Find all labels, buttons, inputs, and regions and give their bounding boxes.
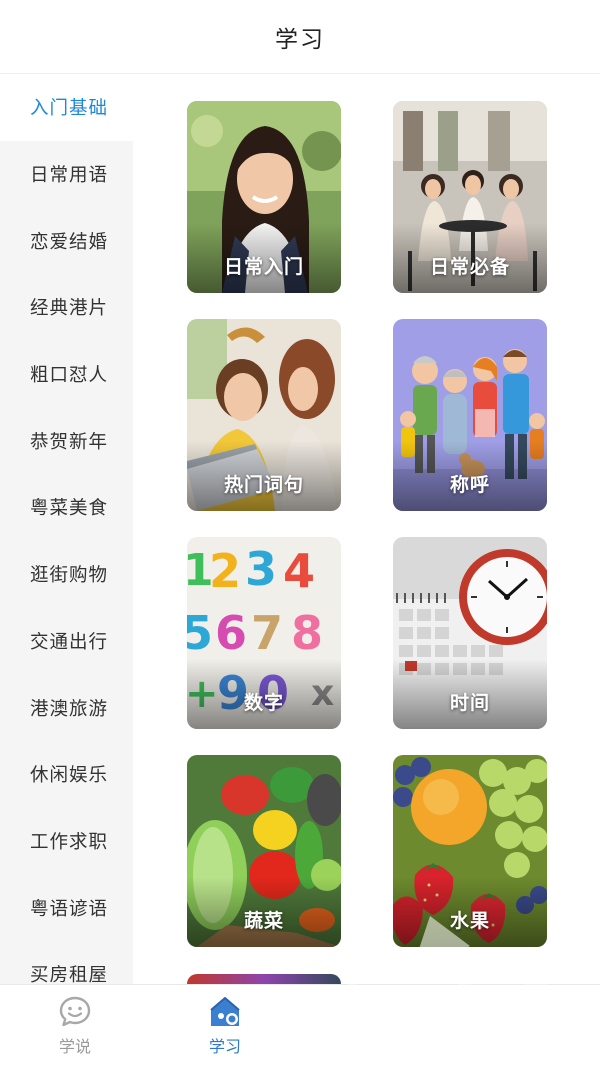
svg-text:2: 2 xyxy=(209,544,241,598)
tab-learn[interactable]: 学习 xyxy=(165,985,285,1066)
tab-label: 学说 xyxy=(58,1037,91,1056)
card-label: 热门词句 xyxy=(223,474,304,496)
svg-text:8: 8 xyxy=(291,606,323,660)
app-header: 学习 xyxy=(0,0,600,74)
sidebar-item-label: 买房租屋 xyxy=(30,965,109,984)
sidebar-item-hk-macau-travel[interactable]: 港澳旅游 xyxy=(0,674,133,741)
svg-text:4: 4 xyxy=(283,544,315,598)
svg-text:5: 5 xyxy=(187,606,213,660)
sidebar-item-label: 恋爱结婚 xyxy=(30,231,109,253)
card-label: 日常必备 xyxy=(429,256,510,278)
card-label: 日常入门 xyxy=(223,256,304,278)
category-sidebar: 入门基础 日常用语 恋爱结婚 经典港片 粗口怼人 恭贺新年 粤菜美食 逛街购物 … xyxy=(0,74,133,984)
card-label: 水果 xyxy=(449,910,490,932)
lesson-card-vegetables[interactable]: 蔬菜 xyxy=(187,755,341,947)
sidebar-item-love-marriage[interactable]: 恋爱结婚 xyxy=(0,207,133,274)
svg-text:6: 6 xyxy=(215,606,247,660)
sidebar-item-label: 工作求职 xyxy=(30,831,109,853)
lesson-card-time[interactable]: 时间 xyxy=(393,537,547,729)
sidebar-item-proverbs[interactable]: 粤语谚语 xyxy=(0,874,133,941)
home-learn-icon xyxy=(210,997,240,1026)
svg-text:3: 3 xyxy=(245,542,277,596)
sidebar-item-label: 日常用语 xyxy=(30,165,109,187)
lesson-card-address-terms[interactable]: 称呼 xyxy=(393,319,547,511)
sidebar-item-label: 休闲娱乐 xyxy=(30,765,109,787)
sidebar-item-label: 港澳旅游 xyxy=(30,698,109,720)
lesson-card-popular-phrases[interactable]: 热门词句 xyxy=(187,319,341,511)
card-label: 蔬菜 xyxy=(243,910,284,932)
sidebar-item-slang[interactable]: 粗口怼人 xyxy=(0,341,133,408)
sidebar-item-label: 粗口怼人 xyxy=(30,365,109,387)
sidebar-item-housing[interactable]: 买房租屋 xyxy=(0,941,133,984)
sidebar-item-label: 逛街购物 xyxy=(30,565,109,587)
sidebar-item-transport[interactable]: 交通出行 xyxy=(0,608,133,675)
sidebar-item-job-hunting[interactable]: 工作求职 xyxy=(0,808,133,875)
sidebar-item-shopping[interactable]: 逛街购物 xyxy=(0,541,133,608)
sidebar-item-label: 入门基础 xyxy=(30,98,109,120)
sidebar-item-hk-movies[interactable]: 经典港片 xyxy=(0,274,133,341)
sidebar-item-label: 粤语谚语 xyxy=(30,898,109,920)
tab-label: 学习 xyxy=(208,1037,241,1056)
card-label: 时间 xyxy=(449,692,490,714)
chat-smile-icon xyxy=(59,996,91,1027)
lesson-grid: 日常入门 日常必备 热门词句 称呼 1 2 3 4 5 6 7 8 数字 时间 … xyxy=(133,74,600,984)
svg-text:7: 7 xyxy=(251,606,283,660)
sidebar-item-new-year[interactable]: 恭贺新年 xyxy=(0,407,133,474)
card-label: 数字 xyxy=(243,692,284,714)
bottom-tab-bar: 学说 学习 xyxy=(0,984,600,1066)
sidebar-item-basics[interactable]: 入门基础 xyxy=(0,74,133,141)
page-title: 学习 xyxy=(275,26,325,53)
sidebar-item-label: 交通出行 xyxy=(30,631,109,653)
tab-speak[interactable]: 学说 xyxy=(15,985,135,1066)
sidebar-item-label: 粤菜美食 xyxy=(30,498,109,520)
lesson-card-numbers[interactable]: 1 2 3 4 5 6 7 8 + 9 0 x 数字 xyxy=(187,537,341,729)
lesson-card-daily-essentials[interactable]: 日常必备 xyxy=(393,101,547,293)
lesson-card-fruits[interactable]: 水果 xyxy=(393,755,547,947)
card-label: 称呼 xyxy=(449,474,490,496)
sidebar-item-leisure[interactable]: 休闲娱乐 xyxy=(0,741,133,808)
sidebar-item-label: 经典港片 xyxy=(30,298,109,320)
lesson-card-daily-intro[interactable]: 日常入门 xyxy=(187,101,341,293)
sidebar-item-label: 恭贺新年 xyxy=(30,431,109,453)
sidebar-item-daily-phrases[interactable]: 日常用语 xyxy=(0,141,133,208)
sidebar-item-cantonese-food[interactable]: 粤菜美食 xyxy=(0,474,133,541)
